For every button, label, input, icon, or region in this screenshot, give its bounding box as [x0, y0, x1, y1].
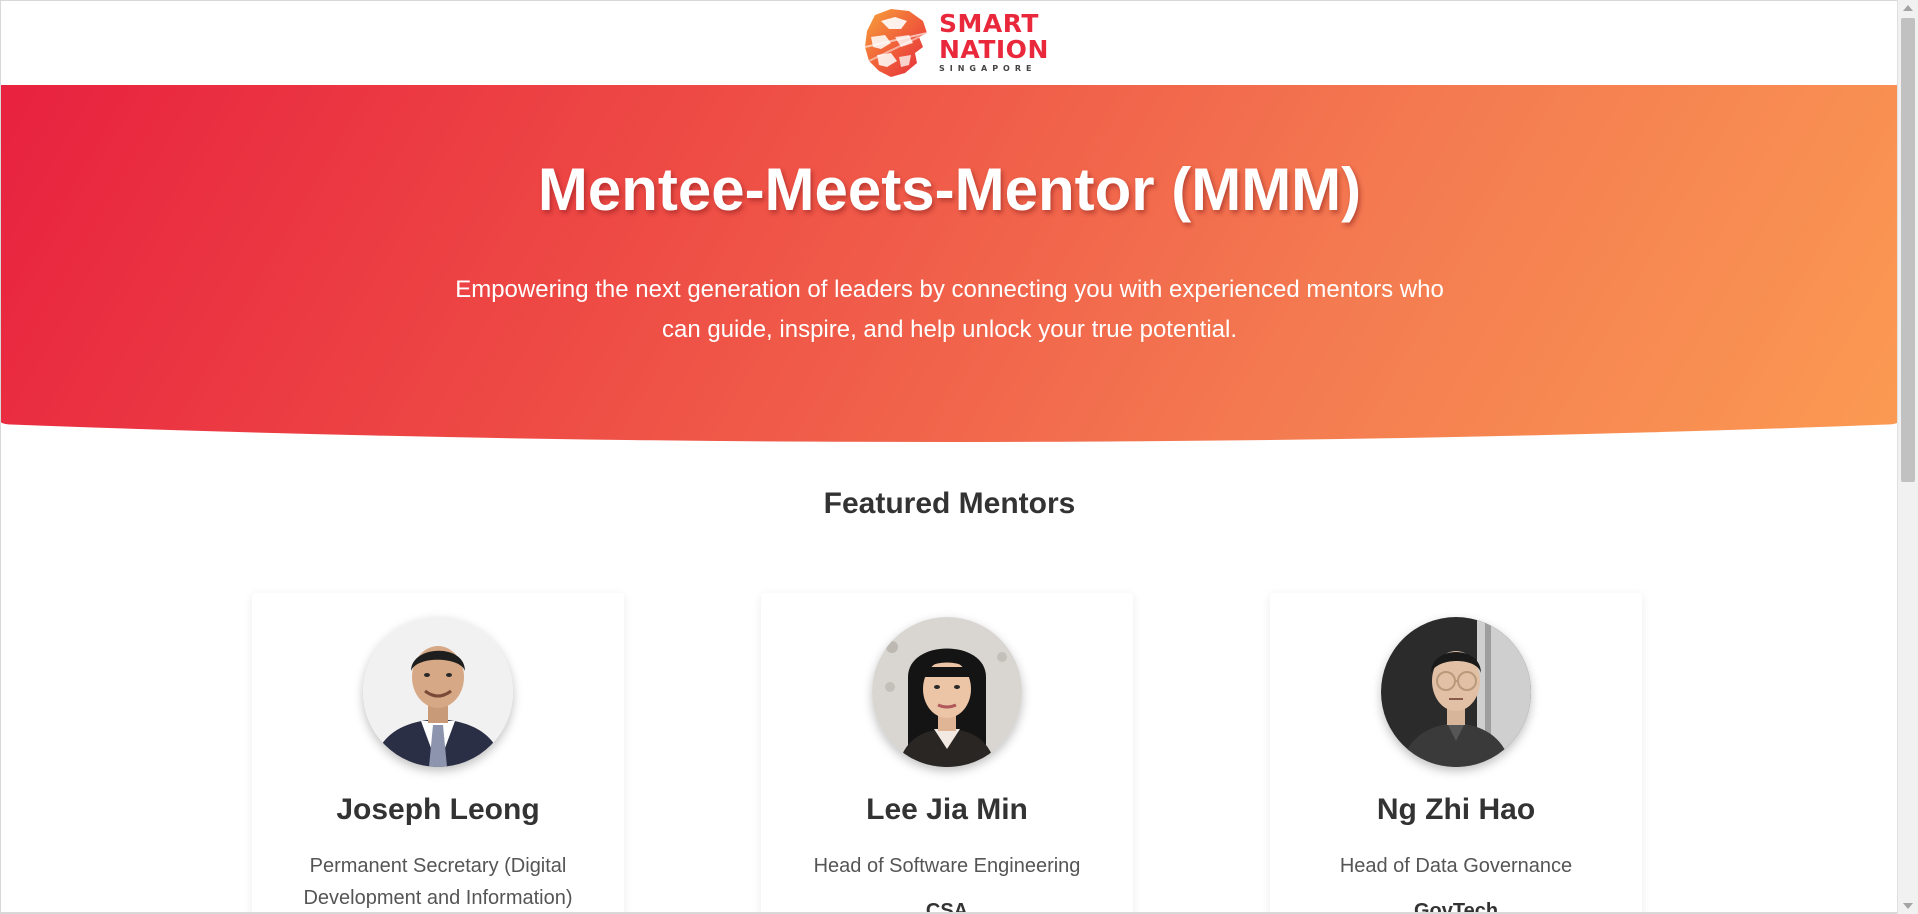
- scroll-down-arrow-icon[interactable]: [1903, 903, 1913, 909]
- featured-mentors-heading: Featured Mentors: [823, 487, 1076, 520]
- logo-wordmark: SMART NATION SINGAPORE: [939, 9, 1049, 73]
- mentor-org: GovTech: [1413, 900, 1499, 912]
- mentor-org: CSA: [925, 900, 969, 912]
- mentor-card[interactable]: Lee Jia Min Head of Software Engineering…: [761, 593, 1133, 912]
- mentor-photo-ng: [1381, 617, 1531, 767]
- mentor-name: Ng Zhi Hao: [1376, 793, 1536, 826]
- mentor-name: Lee Jia Min: [866, 793, 1028, 826]
- hero-title: Mentee-Meets-Mentor (MMM): [537, 156, 1362, 223]
- scrollbar-thumb[interactable]: [1901, 18, 1915, 482]
- mentor-avatar: [1381, 617, 1531, 767]
- mentor-role: Head of Software Engineering: [813, 855, 1081, 877]
- lion-head-logo-icon: [864, 9, 928, 77]
- mentor-name: Joseph Leong: [336, 793, 540, 826]
- hero-banner: Mentee-Meets-Mentor (MMM) Empowering the…: [1, 85, 1897, 442]
- page-viewport: SMART NATION SINGAPORE Mentee-Meets-Ment…: [0, 0, 1897, 912]
- mentor-card[interactable]: Joseph Leong Permanent Secretary (Digita…: [252, 593, 624, 912]
- mentor-photo-joseph: [363, 617, 513, 767]
- smart-nation-logo[interactable]: SMART NATION SINGAPORE: [861, 7, 1049, 79]
- mentor-avatar: [363, 617, 513, 767]
- logo-line-singapore: SINGAPORE: [939, 64, 1037, 73]
- site-header: SMART NATION SINGAPORE: [1, 1, 1897, 85]
- logo-line-smart: SMART: [939, 9, 1039, 38]
- mentor-avatar: [872, 617, 1022, 767]
- logo-line-nation: NATION: [939, 35, 1049, 64]
- vertical-scrollbar[interactable]: [1897, 0, 1918, 914]
- mentor-photo-lee: [872, 617, 1022, 767]
- scroll-up-arrow-icon[interactable]: [1903, 5, 1913, 11]
- hero-subtitle: Empowering the next generation of leader…: [455, 276, 1444, 343]
- mentor-role: Head of Data Governance: [1339, 855, 1573, 877]
- mentor-role: Permanent Secretary (Digital Development…: [303, 855, 573, 909]
- mentor-card[interactable]: Ng Zhi Hao Head of Data Governance GovTe…: [1270, 593, 1642, 912]
